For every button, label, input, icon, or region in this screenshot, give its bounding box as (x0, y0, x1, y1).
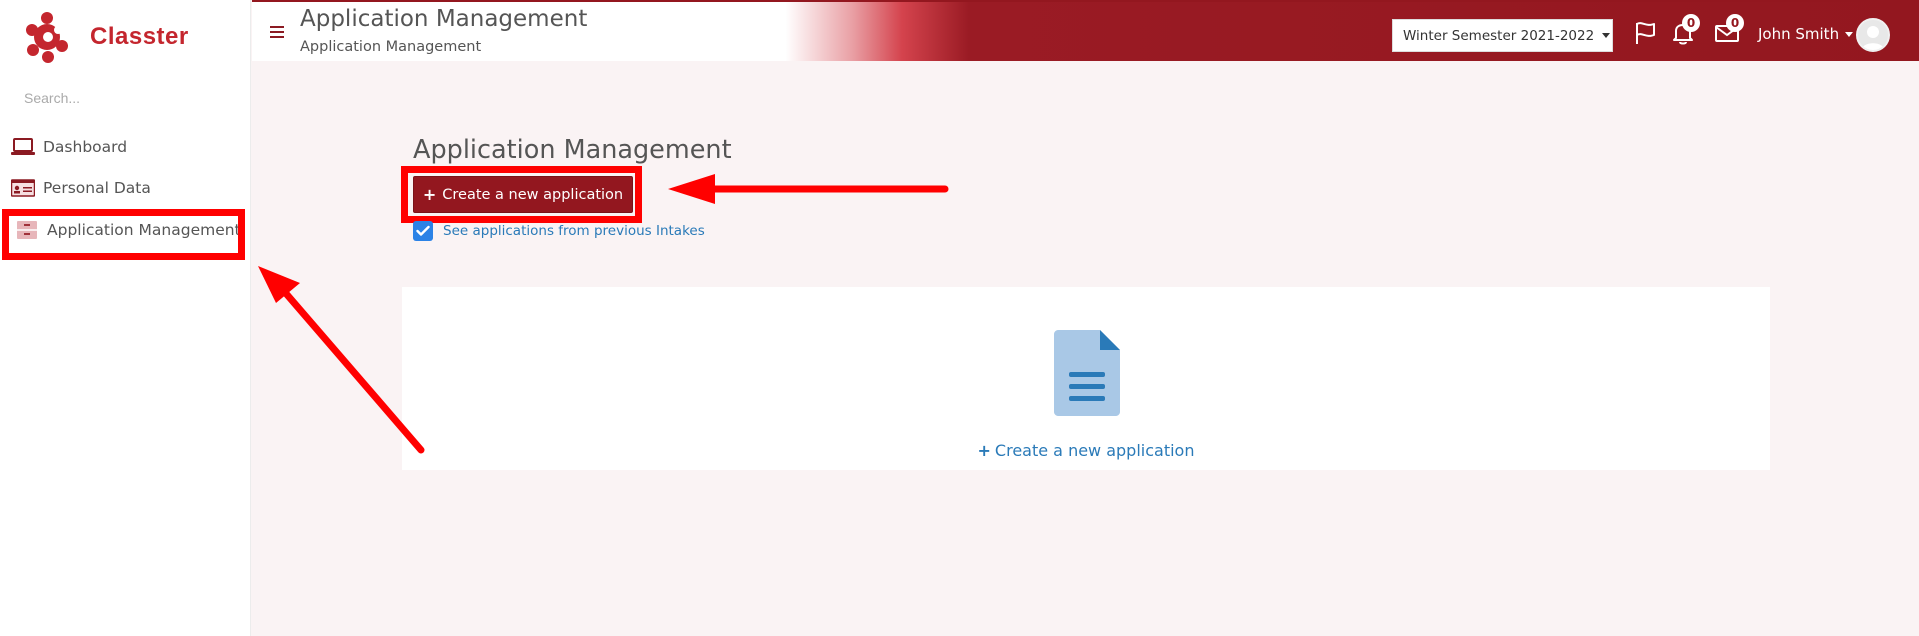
sidebar-item-dashboard[interactable]: Dashboard (10, 133, 127, 161)
id-card-icon (10, 177, 36, 199)
checkmark-icon (416, 225, 430, 236)
notifications-badge: 0 (1682, 14, 1700, 32)
chevron-down-icon (1602, 33, 1611, 38)
page-title: Application Management (413, 135, 732, 165)
create-application-link[interactable]: + Create a new application (402, 441, 1770, 460)
flag-icon[interactable] (1632, 20, 1658, 46)
previous-intakes-checkbox[interactable] (413, 221, 433, 241)
annotation-highlight-sidebar (2, 209, 245, 260)
classter-logo-icon (26, 12, 68, 63)
previous-intakes-label[interactable]: See applications from previous Intakes (443, 223, 705, 239)
header-breadcrumb: Application Management (300, 39, 482, 55)
plus-icon: + (977, 441, 991, 460)
sidebar-search-input[interactable] (24, 90, 224, 106)
previous-intakes-toggle[interactable]: See applications from previous Intakes (413, 221, 705, 241)
sidebar-item-personal-data[interactable]: Personal Data (10, 174, 151, 202)
sidebar-item-label: Dashboard (43, 138, 128, 156)
create-application-button[interactable]: + Create a new application (413, 176, 633, 213)
user-silhouette-icon (1862, 26, 1884, 50)
avatar[interactable] (1856, 18, 1890, 52)
plus-icon: + (422, 185, 437, 204)
sidebar-item-label: Personal Data (43, 179, 151, 197)
semester-value: Winter Semester 2021-2022 (1403, 27, 1595, 44)
document-icon (1054, 330, 1120, 416)
messages-badge: 0 (1726, 14, 1744, 32)
hamburger-menu-icon[interactable] (270, 26, 284, 41)
empty-state-panel: + Create a new application (402, 287, 1770, 470)
user-menu[interactable]: John Smith (1758, 25, 1854, 43)
create-application-link-label: Create a new application (994, 441, 1195, 460)
user-name: John Smith (1758, 25, 1840, 43)
arrow-to-create-button (668, 174, 949, 204)
sidebar: Classter Dashboard Personal Data (0, 0, 251, 636)
semester-select[interactable]: Winter Semester 2021-2022 (1392, 19, 1613, 52)
chevron-down-icon (1845, 31, 1854, 37)
logo-text: Classter (90, 23, 189, 50)
laptop-icon (10, 136, 36, 158)
create-application-label: Create a new application (442, 186, 624, 203)
top-header: Application Management Application Manag… (252, 0, 1919, 61)
arrow-to-sidebar-item (258, 266, 425, 454)
header-title: Application Management (300, 6, 588, 32)
logo[interactable]: Classter (24, 10, 189, 64)
